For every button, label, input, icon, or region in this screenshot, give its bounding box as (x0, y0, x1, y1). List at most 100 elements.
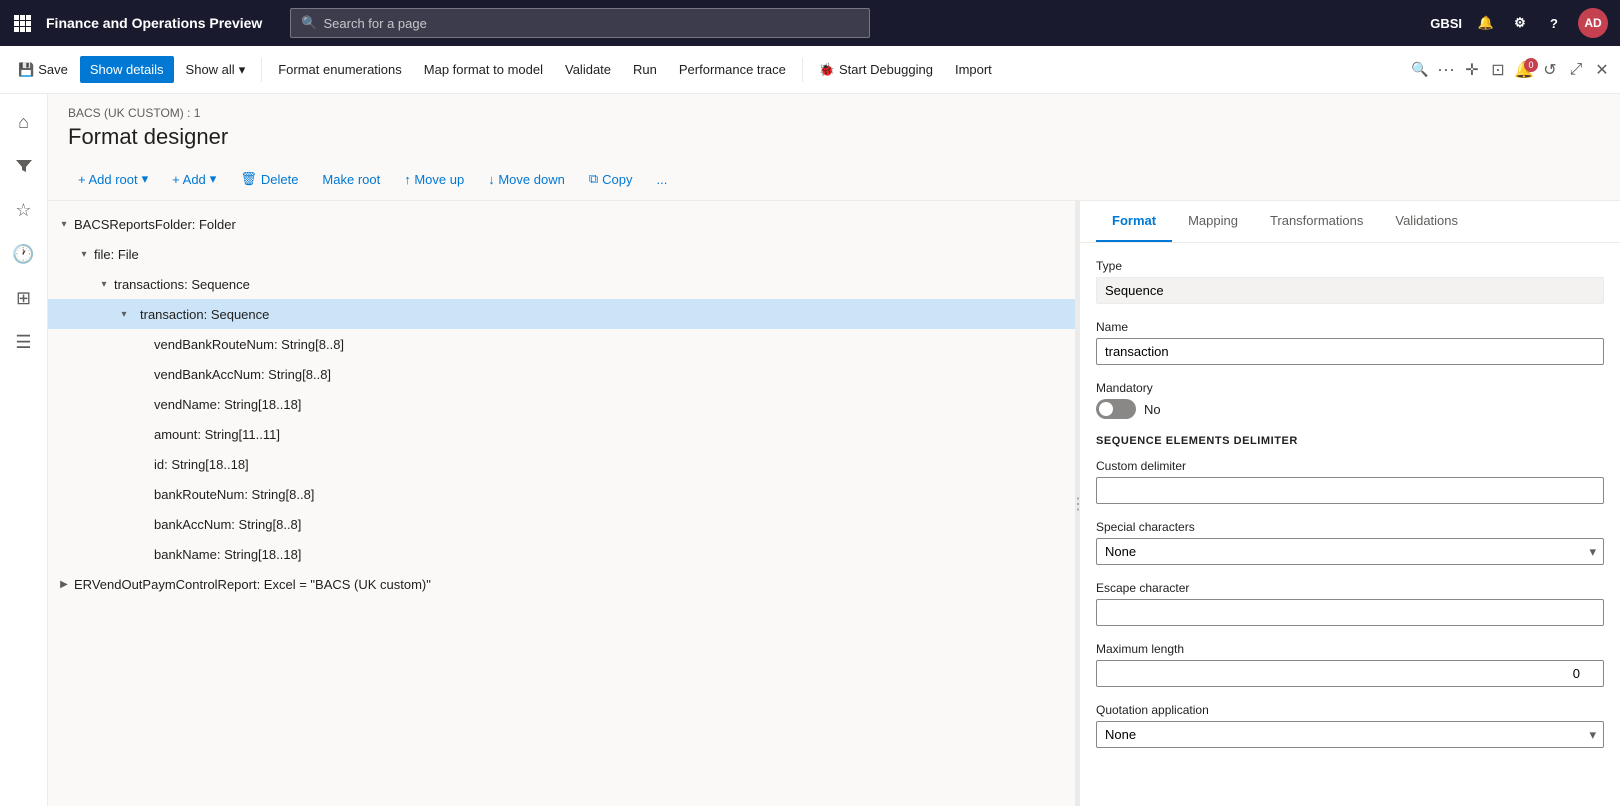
sidebar-home-icon[interactable]: ⌂ (4, 102, 44, 142)
page-title: Format designer (68, 124, 1600, 150)
special-chars-field-group: Special characters None CR LF CR+LF (1096, 520, 1604, 565)
tree-toggle[interactable] (136, 546, 152, 562)
toolbar-refresh-icon[interactable]: ↺ (1540, 60, 1560, 80)
tree-node[interactable]: ▾ BACSReportsFolder: Folder (48, 209, 1075, 239)
tab-validations[interactable]: Validations (1379, 201, 1474, 242)
split-pane: ▾ BACSReportsFolder: Folder ▾ file: File… (48, 201, 1620, 806)
toolbar-popout-icon[interactable]: ⤢ (1566, 60, 1586, 80)
validate-button[interactable]: Validate (555, 56, 621, 83)
import-button[interactable]: Import (945, 56, 1002, 83)
max-length-input[interactable] (1096, 660, 1604, 687)
chevron-down-icon: ▾ (239, 62, 246, 78)
tree-node[interactable]: bankAccNum: String[8..8] (48, 509, 1075, 539)
tree-toggle[interactable] (136, 486, 152, 502)
special-chars-label: Special characters (1096, 520, 1604, 534)
copy-button[interactable]: ⧉ Copy (579, 166, 643, 192)
tree-node[interactable]: vendBankAccNum: String[8..8] (48, 359, 1075, 389)
tree-node[interactable]: bankRouteNum: String[8..8] (48, 479, 1075, 509)
tree-node-label: transaction: Sequence (134, 305, 275, 324)
right-panel: FormatMappingTransformationsValidations … (1080, 201, 1620, 806)
custom-delimiter-input[interactable] (1096, 477, 1604, 504)
tree-node[interactable]: id: String[18..18] (48, 449, 1075, 479)
tree-toggle[interactable] (136, 366, 152, 382)
tree-node[interactable]: ▾ transactions: Sequence (48, 269, 1075, 299)
tree-toggle[interactable] (136, 426, 152, 442)
start-debugging-button[interactable]: 🐞 Start Debugging (809, 56, 943, 84)
tree-node[interactable]: ▾ file: File (48, 239, 1075, 269)
search-input[interactable] (323, 16, 859, 31)
tree-node[interactable]: amount: String[11..11] (48, 419, 1075, 449)
map-format-to-model-button[interactable]: Map format to model (414, 56, 553, 83)
tree-node[interactable]: ▾ transaction: Sequence (48, 299, 1075, 329)
toolbar-more-icon[interactable]: ··· (1436, 60, 1456, 80)
make-root-button[interactable]: Make root (312, 167, 390, 192)
toolbar-badge-icon[interactable]: 🔔 0 (1514, 60, 1534, 80)
add-button[interactable]: + Add ▾ (162, 166, 226, 192)
tree-node[interactable]: ▶ ERVendOutPaymControlReport: Excel = "B… (48, 569, 1075, 599)
tree-node-label: vendBankAccNum: String[8..8] (154, 367, 331, 382)
tree-toggle[interactable]: ▾ (76, 246, 92, 262)
toolbar-close-icon[interactable]: ✕ (1592, 60, 1612, 80)
tree-toggle[interactable] (136, 516, 152, 532)
tree-node-label: vendName: String[18..18] (154, 397, 301, 412)
mandatory-toggle[interactable] (1096, 399, 1136, 419)
format-enumerations-button[interactable]: Format enumerations (268, 56, 412, 83)
more-button[interactable]: ... (646, 167, 677, 192)
tree-toggle[interactable] (136, 456, 152, 472)
save-button[interactable]: 💾 Save (8, 56, 78, 84)
tree-toggle[interactable]: ▾ (116, 306, 132, 322)
tree-toggle[interactable]: ▾ (96, 276, 112, 292)
app-title: Finance and Operations Preview (46, 15, 262, 31)
help-icon[interactable]: ? (1544, 13, 1564, 33)
tree-toggle[interactable] (136, 396, 152, 412)
tree-node-label: transactions: Sequence (114, 277, 250, 292)
tree-toggle[interactable]: ▾ (56, 216, 72, 232)
quotation-field-group: Quotation application None All Condition… (1096, 703, 1604, 748)
special-chars-select[interactable]: None CR LF CR+LF (1096, 538, 1604, 565)
notification-icon[interactable]: 🔔 (1476, 13, 1496, 33)
type-label: Type (1096, 259, 1604, 273)
escape-char-field-group: Escape character (1096, 581, 1604, 626)
toolbar-crosshair-icon[interactable]: ✛ (1462, 60, 1482, 80)
custom-delimiter-label: Custom delimiter (1096, 459, 1604, 473)
move-up-button[interactable]: ↑ Move up (394, 167, 474, 192)
tree-toggle[interactable]: ▶ (56, 576, 72, 592)
max-length-label: Maximum length (1096, 642, 1604, 656)
sidebar-filter-icon[interactable] (4, 146, 44, 186)
quotation-select[interactable]: None All Conditional (1096, 721, 1604, 748)
copy-icon: ⧉ (589, 171, 598, 187)
tab-mapping[interactable]: Mapping (1172, 201, 1254, 242)
save-icon: 💾 (18, 62, 34, 78)
grid-icon[interactable] (12, 13, 32, 33)
avatar[interactable]: AD (1578, 8, 1608, 38)
sidebar-list-icon[interactable]: ☰ (4, 322, 44, 362)
settings-icon[interactable]: ⚙ (1510, 13, 1530, 33)
escape-char-label: Escape character (1096, 581, 1604, 595)
tab-transformations[interactable]: Transformations (1254, 201, 1379, 242)
top-navigation: Finance and Operations Preview 🔍 GBSI 🔔 … (0, 0, 1620, 46)
move-down-button[interactable]: ↓ Move down (478, 167, 575, 192)
escape-char-input[interactable] (1096, 599, 1604, 626)
sidebar-star-icon[interactable]: ☆ (4, 190, 44, 230)
sidebar-recent-icon[interactable]: 🕐 (4, 234, 44, 274)
show-all-button[interactable]: Show all ▾ (176, 56, 256, 84)
name-input[interactable] (1096, 338, 1604, 365)
sidebar-workspace-icon[interactable]: ⊞ (4, 278, 44, 318)
tree-pane: ▾ BACSReportsFolder: Folder ▾ file: File… (48, 201, 1076, 806)
right-panel-content: Type Name Mandatory No (1080, 243, 1620, 780)
tree-toggle[interactable] (136, 336, 152, 352)
run-button[interactable]: Run (623, 56, 667, 83)
tree-node[interactable]: vendBankRouteNum: String[8..8] (48, 329, 1075, 359)
performance-trace-button[interactable]: Performance trace (669, 56, 796, 83)
toolbar-search-icon[interactable]: 🔍 (1410, 60, 1430, 80)
region-code[interactable]: GBSI (1430, 16, 1462, 31)
delete-button[interactable]: 🗑 Delete (230, 166, 308, 192)
toolbar-expand-icon[interactable]: ⊡ (1488, 60, 1508, 80)
tree-node[interactable]: bankName: String[18..18] (48, 539, 1075, 569)
search-bar[interactable]: 🔍 (290, 8, 870, 38)
breadcrumb: BACS (UK CUSTOM) : 1 (68, 106, 1600, 120)
add-root-button[interactable]: + Add root ▾ (68, 166, 158, 192)
show-details-button[interactable]: Show details (80, 56, 174, 83)
tree-node[interactable]: vendName: String[18..18] (48, 389, 1075, 419)
tab-format[interactable]: Format (1096, 201, 1172, 242)
